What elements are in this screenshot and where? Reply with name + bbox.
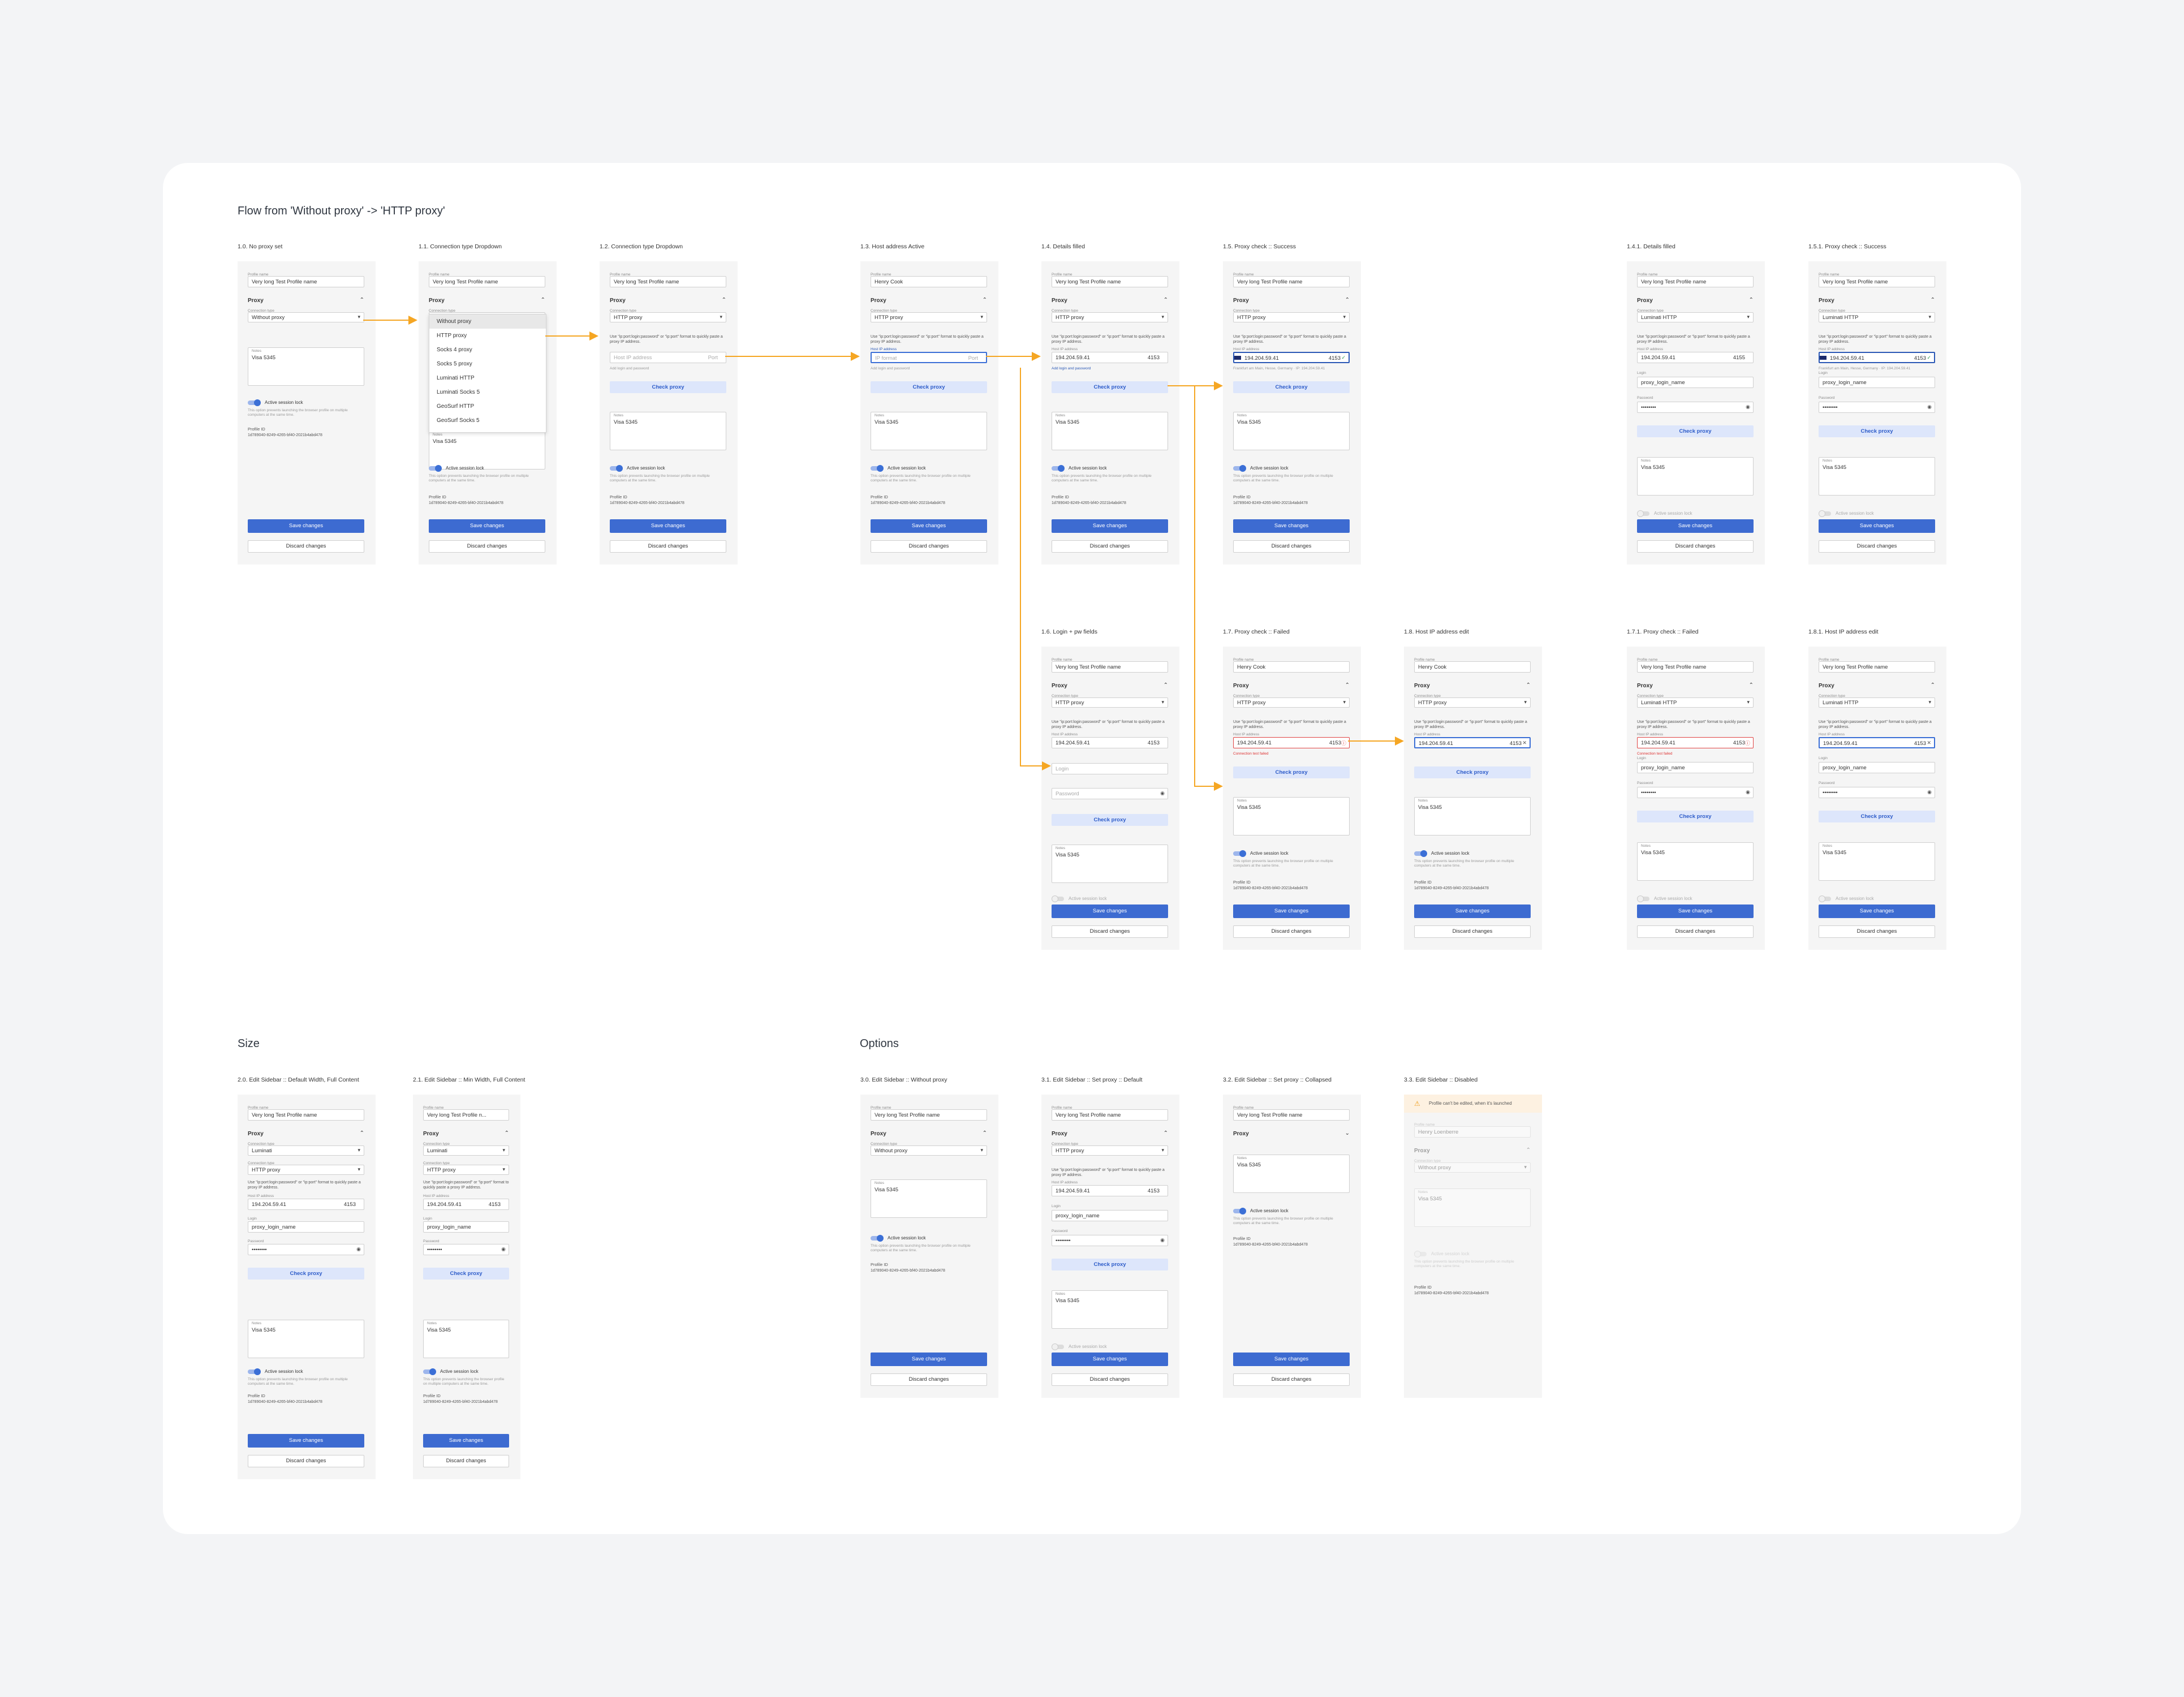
flow-arrows (363, 316, 1404, 791)
